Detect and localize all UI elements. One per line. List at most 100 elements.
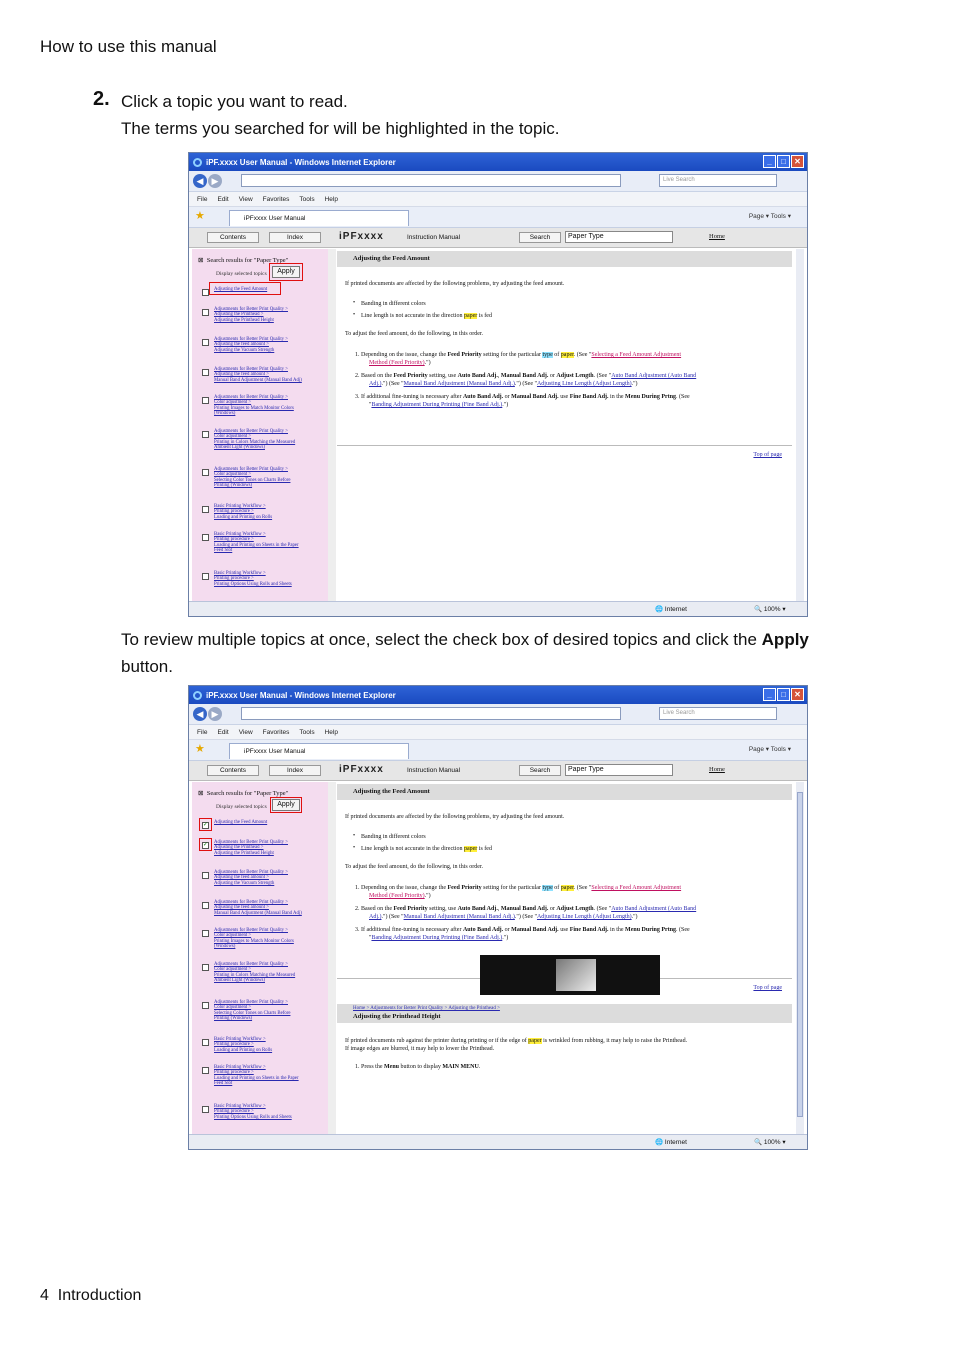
favorites-star-icon[interactable]: ★ bbox=[195, 744, 205, 755]
topic-scrollbar[interactable] bbox=[796, 249, 804, 602]
result-link[interactable]: Adjustments for Better Print Quality > Co… bbox=[214, 962, 295, 984]
back-icon[interactable]: ◀ bbox=[193, 707, 207, 721]
result-checkbox[interactable] bbox=[202, 309, 209, 316]
menu-item[interactable]: Help bbox=[325, 729, 338, 736]
result-link[interactable]: Basic Printing Workflow > Printing proced… bbox=[214, 1065, 299, 1087]
topic-text: 2. Based on the bbox=[355, 373, 394, 379]
menu-item[interactable]: Edit bbox=[217, 729, 228, 736]
search-button[interactable]: Search bbox=[519, 765, 561, 776]
menu-item[interactable]: Tools bbox=[299, 729, 314, 736]
close-icon[interactable]: ✕ bbox=[791, 688, 804, 701]
result-link[interactable]: Basic Printing Workflow > Printing proced… bbox=[214, 571, 292, 587]
topic-line: To adjust the feed amount, do the follow… bbox=[345, 331, 483, 337]
home-link[interactable]: Home bbox=[709, 233, 725, 240]
result-checkbox[interactable] bbox=[202, 369, 209, 376]
zoom-control[interactable]: 🔍 100% ▾ bbox=[754, 1138, 786, 1146]
menu-item[interactable]: Favorites bbox=[263, 196, 290, 203]
result-checkbox[interactable] bbox=[202, 1002, 209, 1009]
result-checkbox[interactable] bbox=[202, 573, 209, 580]
close-icon[interactable]: ✕ bbox=[791, 155, 804, 168]
contents-button[interactable]: Contents bbox=[207, 765, 259, 776]
result-checkbox[interactable] bbox=[202, 506, 209, 513]
topic-line: To adjust the feed amount, do the follow… bbox=[345, 864, 483, 870]
tab-bar: ★ iPFxxxx User Manual Page ▾ Tools ▾ bbox=[189, 207, 807, 228]
forward-icon[interactable]: ▶ bbox=[208, 707, 222, 721]
result-link[interactable]: Adjustments for Better Print Quality > Ad… bbox=[214, 900, 302, 916]
sidebar-scrollbar[interactable] bbox=[328, 249, 336, 602]
result-checkbox[interactable] bbox=[202, 872, 209, 879]
maximize-icon[interactable]: □ bbox=[777, 688, 790, 701]
result-checkbox[interactable] bbox=[202, 964, 209, 971]
result-link[interactable]: Adjustments for Better Print Quality > Ad… bbox=[214, 337, 288, 353]
sidebar-scrollbar[interactable] bbox=[328, 782, 336, 1135]
result-link[interactable]: Adjusting the Feed Amount bbox=[214, 820, 267, 825]
topic-link: Method (Feed Priority) bbox=[369, 893, 425, 899]
result-link[interactable]: Adjustments for Better Print Quality > Ad… bbox=[214, 367, 302, 383]
back-icon[interactable]: ◀ bbox=[193, 174, 207, 188]
search-button[interactable]: Search bbox=[519, 232, 561, 243]
result-link[interactable]: Adjustments for Better Print Quality > Ad… bbox=[214, 840, 288, 856]
bullet-icon: • bbox=[353, 300, 356, 306]
index-button[interactable]: Index bbox=[269, 765, 321, 776]
top-of-page-link[interactable]: Top of page bbox=[753, 452, 782, 458]
result-checkbox[interactable] bbox=[202, 397, 209, 404]
result-checkbox[interactable] bbox=[202, 431, 209, 438]
result-link[interactable]: Adjustments for Better Print Quality > Co… bbox=[214, 1000, 290, 1022]
live-search-input[interactable]: Live Search bbox=[659, 174, 777, 187]
result-link[interactable]: Adjustments for Better Print Quality > Co… bbox=[214, 429, 295, 451]
maximize-icon[interactable]: □ bbox=[777, 155, 790, 168]
minimize-icon[interactable]: _ bbox=[763, 155, 776, 168]
highlight-paper: paper bbox=[528, 1038, 542, 1044]
tab-user-manual[interactable]: iPFxxxx User Manual bbox=[229, 743, 409, 759]
result-checkbox[interactable] bbox=[202, 469, 209, 476]
menu-item[interactable]: View bbox=[239, 729, 253, 736]
menu-item[interactable]: Help bbox=[325, 196, 338, 203]
topic-scrollbar[interactable] bbox=[796, 782, 804, 1135]
result-link[interactable]: Adjustments for Better Print Quality > Ad… bbox=[214, 870, 288, 886]
result-checkbox[interactable] bbox=[202, 289, 209, 296]
url-field[interactable] bbox=[241, 707, 621, 720]
result-checkbox[interactable] bbox=[202, 930, 209, 937]
result-link[interactable]: Adjustments for Better Print Quality > Co… bbox=[214, 928, 294, 950]
scroll-thumb[interactable] bbox=[797, 792, 803, 1117]
result-checkbox[interactable] bbox=[202, 902, 209, 909]
breadcrumb[interactable]: Home > Adjustments for Better Print Qual… bbox=[353, 1005, 792, 1013]
command-bar[interactable]: Page ▾ Tools ▾ bbox=[749, 745, 791, 753]
topic-text: in the bbox=[608, 394, 626, 400]
minimize-icon[interactable]: _ bbox=[763, 688, 776, 701]
menu-item[interactable]: View bbox=[239, 196, 253, 203]
menu-item[interactable]: File bbox=[197, 729, 207, 736]
result-checkbox[interactable] bbox=[202, 1039, 209, 1046]
result-link[interactable]: Adjustments for Better Print Quality > Co… bbox=[214, 395, 294, 417]
zoom-control[interactable]: 🔍 100% ▾ bbox=[754, 605, 786, 613]
result-link[interactable]: Basic Printing Workflow > Printing proced… bbox=[214, 504, 272, 520]
tab-user-manual[interactable]: iPFxxxx User Manual bbox=[229, 210, 409, 226]
result-link[interactable]: Basic Printing Workflow > Printing proced… bbox=[214, 532, 299, 554]
forward-icon[interactable]: ▶ bbox=[208, 174, 222, 188]
result-checkbox[interactable] bbox=[202, 339, 209, 346]
menu-item[interactable]: File bbox=[197, 196, 207, 203]
favorites-star-icon[interactable]: ★ bbox=[195, 211, 205, 222]
home-link[interactable]: Home bbox=[709, 766, 725, 773]
contents-button[interactable]: Contents bbox=[207, 232, 259, 243]
topic-link: Selecting a Feed Amount Adjustment bbox=[591, 352, 682, 358]
result-checkbox[interactable] bbox=[202, 1067, 209, 1074]
menu-item[interactable]: Tools bbox=[299, 196, 314, 203]
topic-text: Auto Band Adj. bbox=[462, 394, 504, 400]
live-search-input[interactable]: Live Search bbox=[659, 707, 777, 720]
url-field[interactable] bbox=[241, 174, 621, 187]
command-bar[interactable]: Page ▾ Tools ▾ bbox=[749, 212, 791, 220]
result-link[interactable]: Basic Printing Workflow > Printing proced… bbox=[214, 1037, 272, 1053]
menu-item[interactable]: Edit bbox=[217, 196, 228, 203]
result-checkbox[interactable] bbox=[202, 534, 209, 541]
manual-search-input[interactable]: Paper Type bbox=[565, 764, 673, 776]
top-of-page-link[interactable]: Top of page bbox=[753, 985, 782, 991]
result-link[interactable]: Adjustments for Better Print Quality > Ad… bbox=[214, 307, 288, 323]
topic-link: Auto Band Adjustment (Auto Band bbox=[611, 906, 697, 912]
menu-item[interactable]: Favorites bbox=[263, 729, 290, 736]
index-button[interactable]: Index bbox=[269, 232, 321, 243]
result-link[interactable]: Adjustments for Better Print Quality > Co… bbox=[214, 467, 290, 489]
result-checkbox[interactable] bbox=[202, 1106, 209, 1113]
manual-search-input[interactable]: Paper Type bbox=[565, 231, 673, 243]
result-link[interactable]: Basic Printing Workflow > Printing proced… bbox=[214, 1104, 292, 1120]
